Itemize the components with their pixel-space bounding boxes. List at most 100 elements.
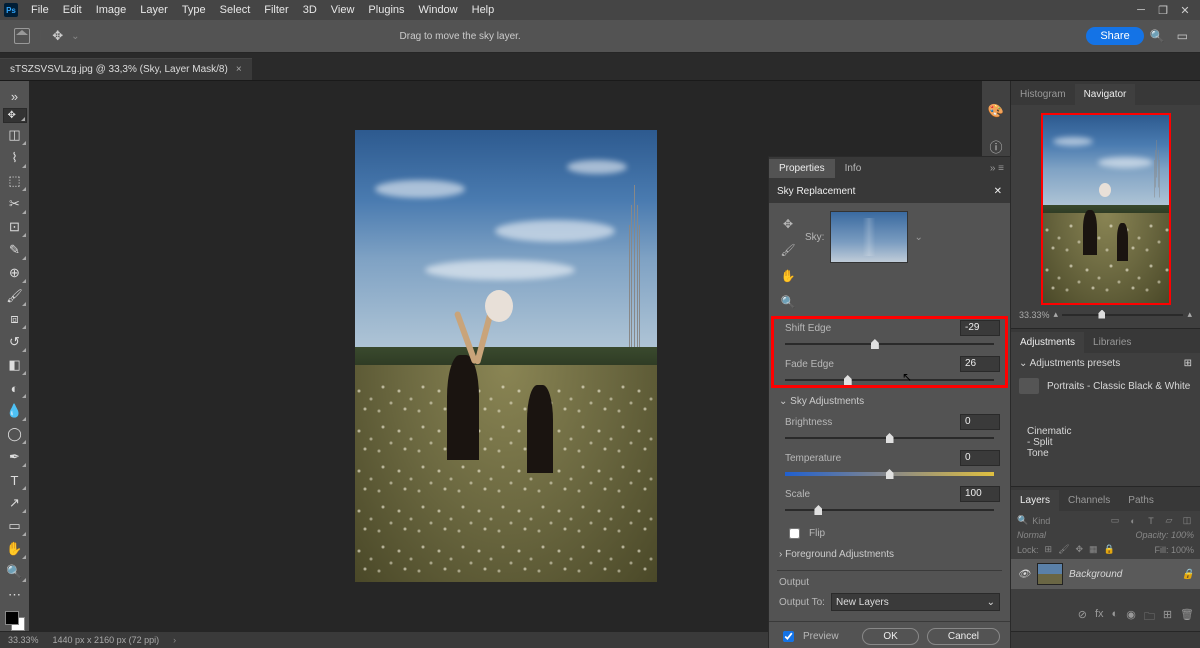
flip-checkbox[interactable]: [789, 528, 800, 539]
paths-tab[interactable]: Paths: [1119, 490, 1163, 511]
preset-cinematic[interactable]: Cinematic - Split Tone: [1011, 398, 1037, 486]
fade-edge-slider[interactable]: ↖: [785, 374, 994, 386]
edit-toolbar-icon[interactable]: ⋯: [3, 584, 27, 606]
visibility-icon[interactable]: 👁: [1017, 569, 1031, 580]
share-button[interactable]: Share: [1086, 27, 1143, 45]
brightness-value[interactable]: 0: [960, 414, 1000, 430]
menu-window[interactable]: Window: [412, 2, 465, 18]
navigator-thumbnail[interactable]: [1041, 113, 1171, 305]
adjustment-layer-icon[interactable]: ◉: [1126, 608, 1136, 627]
foreground-adjustments-section[interactable]: Foreground Adjustments: [779, 545, 1000, 564]
minimize-icon[interactable]: ─: [1134, 4, 1148, 17]
eraser-tool[interactable]: ◧: [3, 354, 27, 376]
layers-tab[interactable]: Layers: [1011, 490, 1059, 511]
color-swatch[interactable]: [5, 611, 25, 631]
type-tool[interactable]: T: [3, 469, 27, 491]
stamp-tool[interactable]: ⧈: [3, 308, 27, 330]
filter-pixel-icon[interactable]: ▭: [1108, 515, 1122, 526]
blend-mode-select[interactable]: Normal: [1017, 530, 1046, 540]
zoom-tool[interactable]: 🔍: [3, 561, 27, 583]
group-icon[interactable]: 🗀: [1144, 608, 1155, 627]
menu-edit[interactable]: Edit: [56, 2, 89, 18]
menu-image[interactable]: Image: [89, 2, 134, 18]
gradient-tool[interactable]: ◐: [3, 377, 27, 399]
lock-icon[interactable]: 🔒: [1182, 569, 1194, 580]
restore-icon[interactable]: ❐: [1156, 4, 1170, 17]
lock-image-icon[interactable]: 🖌: [1058, 544, 1069, 555]
layer-background[interactable]: 👁 Background 🔒: [1011, 559, 1200, 589]
menu-type[interactable]: Type: [175, 2, 213, 18]
delete-layer-icon[interactable]: 🗑: [1180, 608, 1194, 627]
lock-all-icon[interactable]: 🔒: [1104, 544, 1115, 555]
adjustments-presets-header[interactable]: ⌄ Adjustments presets: [1019, 358, 1120, 369]
menu-3d[interactable]: 3D: [296, 2, 324, 18]
layer-mask-icon[interactable]: ◐: [1112, 608, 1119, 627]
info-tab[interactable]: Info: [835, 159, 872, 178]
filter-shape-icon[interactable]: ▱: [1162, 515, 1176, 526]
navigator-tab[interactable]: Navigator: [1075, 84, 1136, 105]
move-tool-icon[interactable]: ✥: [52, 28, 63, 44]
scale-value[interactable]: 100: [960, 486, 1000, 502]
panel-menu-icon[interactable]: ≡: [998, 163, 1004, 174]
adjustments-tab[interactable]: Adjustments: [1011, 332, 1084, 353]
brightness-slider[interactable]: [785, 432, 994, 444]
marquee-tool[interactable]: ◫: [3, 124, 27, 146]
move-tool[interactable]: ✥: [3, 108, 27, 123]
sky-dropdown-icon[interactable]: ⌄: [914, 232, 922, 243]
collapse-icon[interactable]: »: [990, 163, 996, 174]
expand-tools-icon[interactable]: »: [3, 85, 27, 107]
menu-filter[interactable]: Filter: [257, 2, 295, 18]
status-zoom[interactable]: 33.33%: [8, 635, 39, 645]
menu-select[interactable]: Select: [213, 2, 258, 18]
fade-edge-value[interactable]: 26: [960, 356, 1000, 372]
preset-portraits[interactable]: Portraits - Classic Black & White: [1011, 374, 1200, 398]
navigator-zoom-slider[interactable]: [1062, 314, 1183, 316]
dodge-tool[interactable]: ◯: [3, 423, 27, 445]
zoom-out-icon[interactable]: ▴: [1054, 309, 1059, 320]
cancel-button[interactable]: Cancel: [927, 628, 1000, 645]
filter-smart-icon[interactable]: ◫: [1180, 515, 1194, 526]
dlg-zoom-tool[interactable]: 🔍: [779, 293, 797, 311]
filter-type-icon[interactable]: T: [1144, 516, 1158, 526]
dlg-hand-tool[interactable]: ✋: [779, 267, 797, 285]
zoom-in-icon[interactable]: ▴: [1187, 309, 1192, 320]
close-tab-icon[interactable]: ×: [236, 64, 242, 75]
menu-layer[interactable]: Layer: [133, 2, 175, 18]
temperature-slider[interactable]: [785, 468, 994, 480]
link-layers-icon[interactable]: ⊘: [1078, 608, 1087, 627]
pen-tool[interactable]: ✒: [3, 446, 27, 468]
sky-adjustments-section[interactable]: Sky Adjustments: [779, 392, 1000, 411]
color-panel-icon[interactable]: 🎨: [988, 103, 1004, 119]
histogram-tab[interactable]: Histogram: [1011, 84, 1075, 105]
healing-tool[interactable]: ⊕: [3, 262, 27, 284]
menu-help[interactable]: Help: [465, 2, 502, 18]
lock-artboard-icon[interactable]: ▦: [1089, 544, 1098, 555]
preview-checkbox[interactable]: [783, 631, 794, 642]
document-tab[interactable]: sTSZSVSVLzg.jpg @ 33,3% (Sky, Layer Mask…: [0, 58, 252, 80]
history-brush-tool[interactable]: ↺: [3, 331, 27, 353]
properties-tab[interactable]: Properties: [769, 159, 835, 178]
home-icon[interactable]: [14, 28, 30, 44]
workspace-icon[interactable]: ▭: [1177, 29, 1188, 43]
shape-tool[interactable]: ▭: [3, 515, 27, 537]
ok-button[interactable]: OK: [862, 628, 918, 645]
menu-view[interactable]: View: [324, 2, 362, 18]
lock-transparent-icon[interactable]: ⊞: [1045, 544, 1053, 555]
menu-plugins[interactable]: Plugins: [361, 2, 411, 18]
info-panel-icon[interactable]: ⓘ: [989, 137, 1002, 156]
lasso-tool[interactable]: ⌇: [3, 147, 27, 169]
layer-fx-icon[interactable]: fx: [1095, 608, 1104, 627]
shift-edge-value[interactable]: -29: [960, 320, 1000, 336]
presets-grid-icon[interactable]: ⊞: [1184, 358, 1192, 369]
frame-tool[interactable]: ⊡: [3, 216, 27, 238]
filter-adjust-icon[interactable]: ◐: [1126, 516, 1140, 526]
search-icon[interactable]: 🔍: [1150, 29, 1165, 43]
output-to-select[interactable]: New Layers⌄: [831, 593, 1000, 611]
dlg-brush-tool[interactable]: 🖌: [779, 241, 797, 259]
libraries-tab[interactable]: Libraries: [1084, 332, 1140, 353]
status-menu-icon[interactable]: ›: [173, 635, 176, 645]
scale-slider[interactable]: [785, 504, 994, 516]
dlg-move-tool[interactable]: ✥: [779, 215, 797, 233]
shift-edge-slider[interactable]: [785, 338, 994, 350]
menu-file[interactable]: File: [24, 2, 56, 18]
